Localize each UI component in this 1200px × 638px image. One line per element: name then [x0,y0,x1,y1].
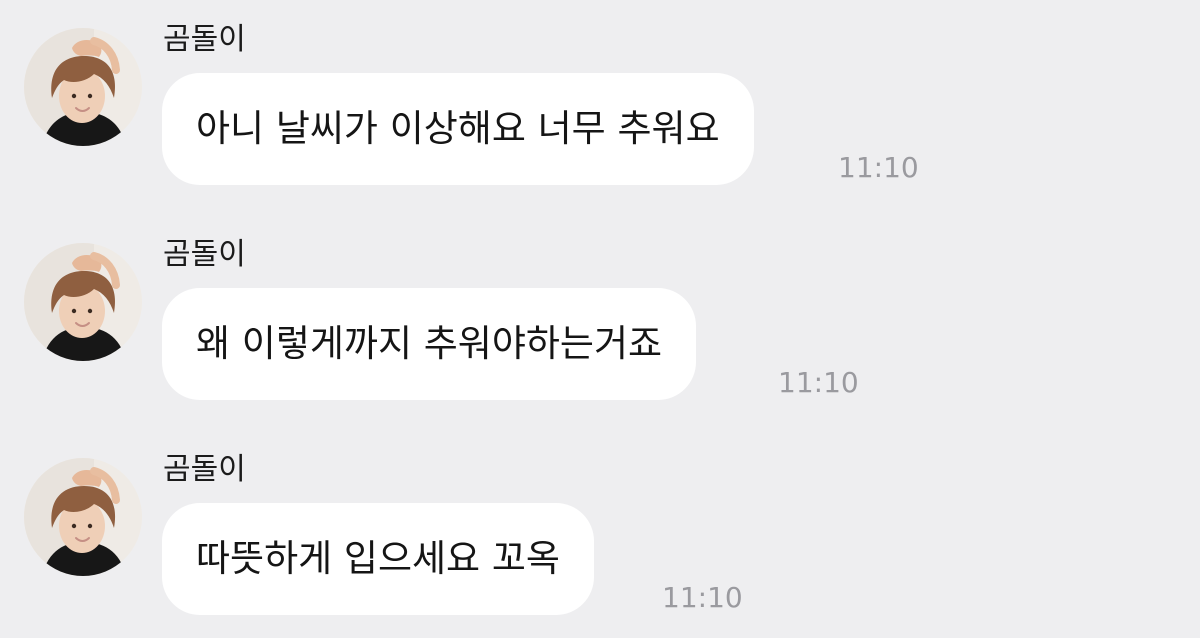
chat-message-list: 곰돌이 아니 날씨가 이상해요 너무 추워요 11:10 곰돌이 왜 이렇게까지… [0,0,1200,638]
profile-avatar-icon[interactable] [24,28,142,146]
message-row: 곰돌이 따뜻하게 입으세요 꼬옥 11:10 [0,430,1200,630]
sender-name: 곰돌이 [163,452,246,487]
message-timestamp: 11:10 [662,581,743,614]
message-bubble[interactable]: 아니 날씨가 이상해요 너무 추워요 [162,73,754,185]
message-bubble[interactable]: 왜 이렇게까지 추워야하는거죠 [162,288,697,400]
profile-avatar-icon[interactable] [24,243,142,361]
profile-avatar-icon[interactable] [24,458,142,576]
sender-name: 곰돌이 [163,237,246,272]
sender-name: 곰돌이 [163,22,246,57]
message-row: 곰돌이 아니 날씨가 이상해요 너무 추워요 11:10 [0,0,1200,200]
message-timestamp: 11:10 [778,366,859,399]
message-timestamp: 11:10 [838,151,919,184]
message-bubble[interactable]: 따뜻하게 입으세요 꼬옥 [162,503,594,615]
message-row: 곰돌이 왜 이렇게까지 추워야하는거죠 11:10 [0,215,1200,415]
